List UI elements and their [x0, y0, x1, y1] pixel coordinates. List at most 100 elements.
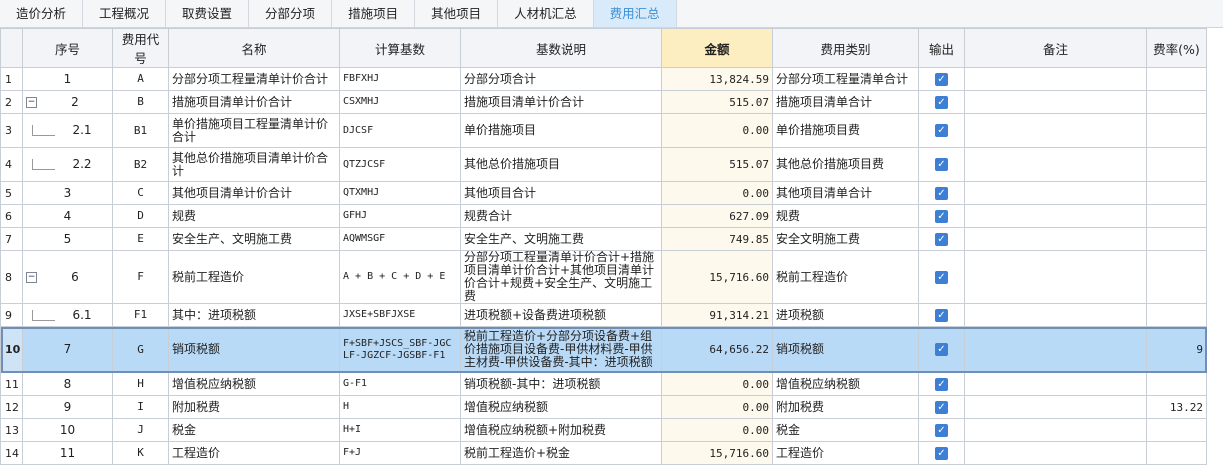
note-cell[interactable]: [964, 90, 1147, 114]
name-cell[interactable]: 税前工程造价: [168, 250, 340, 304]
output-cell[interactable]: ✓: [918, 227, 965, 251]
rate-cell[interactable]: 9: [1146, 326, 1207, 373]
header-desc[interactable]: 基数说明: [460, 28, 662, 68]
amount-cell[interactable]: 0.00: [661, 113, 773, 148]
seq-cell[interactable]: 2.1: [22, 113, 113, 148]
collapse-icon[interactable]: −: [26, 271, 37, 283]
output-cell[interactable]: ✓: [918, 372, 965, 396]
row-number[interactable]: 1: [0, 67, 23, 91]
header-type[interactable]: 费用类别: [772, 28, 919, 68]
amount-cell[interactable]: 64,656.22: [661, 326, 773, 373]
rate-cell[interactable]: [1146, 90, 1207, 114]
name-cell[interactable]: 工程造价: [168, 441, 340, 465]
amount-cell[interactable]: 0.00: [661, 418, 773, 442]
header-code[interactable]: 费用代号: [112, 28, 169, 68]
seq-cell[interactable]: 6.1: [22, 303, 113, 327]
row-number[interactable]: 12: [0, 395, 23, 419]
output-cell[interactable]: ✓: [918, 326, 965, 373]
note-cell[interactable]: [964, 147, 1147, 182]
seq-cell[interactable]: 1: [22, 67, 113, 91]
check-icon[interactable]: ✓: [935, 270, 948, 284]
row-number[interactable]: 7: [0, 227, 23, 251]
note-cell[interactable]: [964, 250, 1147, 304]
output-cell[interactable]: ✓: [918, 441, 965, 465]
code-cell[interactable]: I: [112, 395, 169, 419]
header-rate[interactable]: 费率(%): [1146, 28, 1207, 68]
collapse-icon[interactable]: −: [26, 96, 37, 108]
base-cell[interactable]: DJCSF: [339, 113, 461, 148]
code-cell[interactable]: F1: [112, 303, 169, 327]
base-cell[interactable]: JXSE+SBFJXSE: [339, 303, 461, 327]
output-cell[interactable]: ✓: [918, 90, 965, 114]
base-cell[interactable]: AQWMSGF: [339, 227, 461, 251]
type-cell[interactable]: 规费: [772, 204, 919, 228]
header-note[interactable]: 备注: [964, 28, 1147, 68]
rate-cell[interactable]: 13.22: [1146, 395, 1207, 419]
row-number[interactable]: 11: [0, 372, 23, 396]
base-cell[interactable]: A + B + C + D + E: [339, 250, 461, 304]
rate-cell[interactable]: [1146, 372, 1207, 396]
type-cell[interactable]: 单价措施项目费: [772, 113, 919, 148]
header-seq[interactable]: 序号: [22, 28, 113, 68]
tab-measures[interactable]: 措施项目: [332, 0, 416, 27]
desc-cell[interactable]: 分部分项工程量清单计价合计+措施项目清单计价合计+其他项目清单计价合计+规费+安…: [460, 250, 662, 304]
base-cell[interactable]: H+I: [339, 418, 461, 442]
type-cell[interactable]: 税金: [772, 418, 919, 442]
table-row[interactable]: 5 3 C 其他项目清单计价合计 QTXMHJ 其他项目合计 0.00 其他项目清单合计 ✓: [0, 181, 1207, 205]
code-cell[interactable]: D: [112, 204, 169, 228]
type-cell[interactable]: 进项税额: [772, 303, 919, 327]
amount-cell[interactable]: 0.00: [661, 181, 773, 205]
type-cell[interactable]: 分部分项工程量清单合计: [772, 67, 919, 91]
type-cell[interactable]: 其他总价措施项目费: [772, 147, 919, 182]
table-row[interactable]: 9 6.1 F1 其中：进项税额 JXSE+SBFJXSE 进项税额+设备费进项税额 91,…: [0, 303, 1207, 327]
base-cell[interactable]: F+SBF+JSCS_SBF-JGCLF-JGZCF-JGSBF-F1: [339, 326, 461, 373]
desc-cell[interactable]: 单价措施项目: [460, 113, 662, 148]
seq-cell[interactable]: 7: [22, 326, 113, 373]
code-cell[interactable]: E: [112, 227, 169, 251]
check-icon[interactable]: ✓: [935, 377, 948, 391]
type-cell[interactable]: 安全文明施工费: [772, 227, 919, 251]
amount-cell[interactable]: 15,716.60: [661, 441, 773, 465]
desc-cell[interactable]: 销项税额-其中：进项税额: [460, 372, 662, 396]
row-number[interactable]: 3: [0, 113, 23, 148]
note-cell[interactable]: [964, 441, 1147, 465]
note-cell[interactable]: [964, 113, 1147, 148]
base-cell[interactable]: CSXMHJ: [339, 90, 461, 114]
amount-cell[interactable]: 515.07: [661, 90, 773, 114]
note-cell[interactable]: [964, 372, 1147, 396]
name-cell[interactable]: 其他总价措施项目清单计价合计: [168, 147, 340, 182]
desc-cell[interactable]: 安全生产、文明施工费: [460, 227, 662, 251]
tab-fee-settings[interactable]: 取费设置: [166, 0, 250, 27]
header-output[interactable]: 输出: [918, 28, 965, 68]
seq-cell[interactable]: 3: [22, 181, 113, 205]
rate-cell[interactable]: [1146, 303, 1207, 327]
code-cell[interactable]: C: [112, 181, 169, 205]
seq-cell[interactable]: 2.2: [22, 147, 113, 182]
rate-cell[interactable]: [1146, 441, 1207, 465]
type-cell[interactable]: 销项税额: [772, 326, 919, 373]
output-cell[interactable]: ✓: [918, 67, 965, 91]
output-cell[interactable]: ✓: [918, 250, 965, 304]
row-number[interactable]: 14: [0, 441, 23, 465]
amount-cell[interactable]: 0.00: [661, 395, 773, 419]
amount-cell[interactable]: 0.00: [661, 372, 773, 396]
desc-cell[interactable]: 进项税额+设备费进项税额: [460, 303, 662, 327]
rate-cell[interactable]: [1146, 250, 1207, 304]
note-cell[interactable]: [964, 227, 1147, 251]
table-row[interactable]: 2−2 B 措施项目清单计价合计 CSXMHJ 措施项目清单计价合计 515.07 措施项目…: [0, 90, 1207, 114]
table-row[interactable]: 7 5 E 安全生产、文明施工费 AQWMSGF 安全生产、文明施工费 749.85 安全文明…: [0, 227, 1207, 251]
table-row[interactable]: 8−6 F 税前工程造价 A + B + C + D + E 分部分项工程量清单计价合计…: [0, 250, 1207, 304]
amount-cell[interactable]: 749.85: [661, 227, 773, 251]
check-icon[interactable]: ✓: [935, 400, 948, 414]
table-row[interactable]: 3 2.1 B1 单价措施项目工程量清单计价合计 DJCSF 单价措施项目 0.00 单价措施…: [0, 113, 1207, 148]
check-icon[interactable]: ✓: [935, 308, 948, 322]
desc-cell[interactable]: 措施项目清单计价合计: [460, 90, 662, 114]
code-cell[interactable]: A: [112, 67, 169, 91]
row-number[interactable]: 6: [0, 204, 23, 228]
desc-cell[interactable]: 规费合计: [460, 204, 662, 228]
name-cell[interactable]: 其中：进项税额: [168, 303, 340, 327]
check-icon[interactable]: ✓: [935, 446, 948, 460]
code-cell[interactable]: B2: [112, 147, 169, 182]
type-cell[interactable]: 工程造价: [772, 441, 919, 465]
check-icon[interactable]: ✓: [935, 186, 948, 200]
